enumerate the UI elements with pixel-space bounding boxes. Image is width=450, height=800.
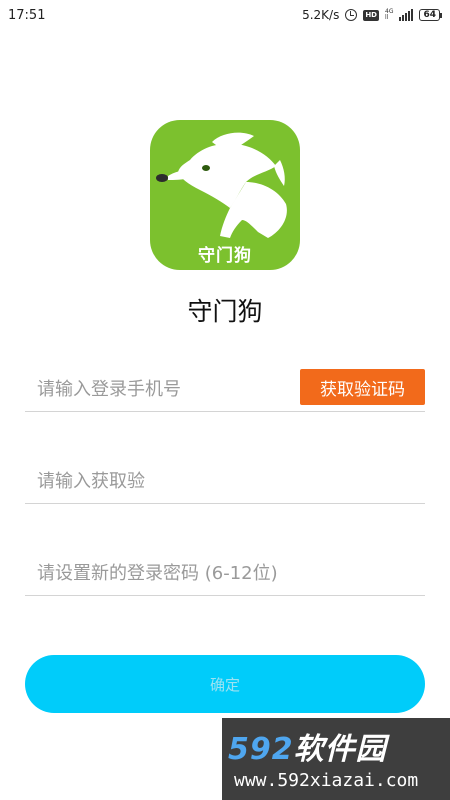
status-bar: 17:51 5.2K/s HD 4G ll 64: [0, 0, 450, 30]
battery-icon: 64: [419, 9, 442, 21]
watermark-title: 592软件园: [228, 724, 387, 768]
app-logo: 守门狗: [150, 120, 300, 270]
watermark: 592软件园 www.592xiazai.com: [222, 718, 450, 800]
confirm-button[interactable]: 确定: [25, 655, 425, 713]
logo-text: 守门狗: [198, 246, 252, 266]
verification-code-field: [25, 458, 425, 504]
network-speed: 5.2K/s: [302, 8, 340, 22]
verification-code-input[interactable]: [37, 464, 417, 498]
signal-icon: [399, 9, 414, 21]
watermark-url: www.592xiazai.com: [234, 770, 419, 791]
phone-field: 获取验证码: [25, 366, 425, 412]
status-time: 17:51: [8, 7, 46, 23]
phone-input[interactable]: [37, 372, 297, 406]
alarm-icon: [345, 9, 358, 21]
network-activity-label: ll: [385, 14, 389, 21]
hd-icon: HD: [363, 9, 379, 21]
password-field: [25, 550, 425, 596]
status-icons: 5.2K/s HD 4G ll 64: [302, 8, 442, 22]
get-code-button[interactable]: 获取验证码: [300, 369, 425, 405]
watermark-name: 软件园: [293, 732, 387, 767]
network-type-icon: 4G ll: [385, 9, 393, 21]
watermark-number: 592: [228, 732, 294, 767]
app-title: 守门狗: [187, 297, 263, 326]
password-input[interactable]: [37, 556, 417, 590]
